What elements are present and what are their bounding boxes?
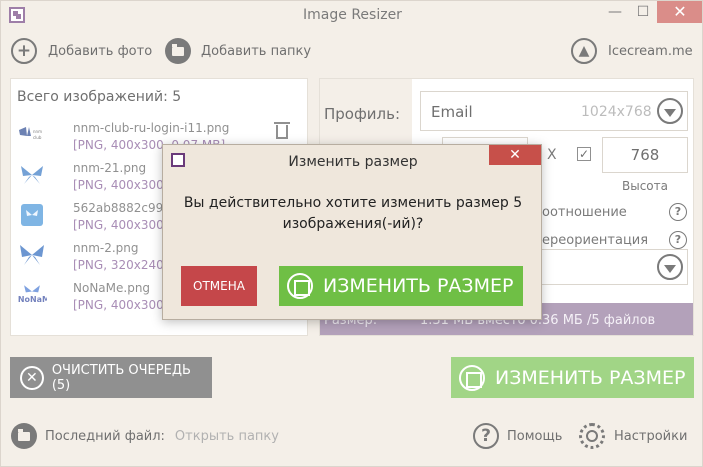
cancel-button[interactable]: ОТМЕНА <box>181 266 257 306</box>
confirm-resize-label: ИЗМЕНИТЬ РАЗМЕР <box>323 275 514 297</box>
dialog-message-line1: Вы действительно хотите изменить размер … <box>183 195 523 211</box>
resize-confirm-dialog: Изменить размер ✕ Вы действительно хотит… <box>162 144 542 320</box>
dialog-message: Вы действительно хотите изменить размер … <box>177 193 529 235</box>
dialog-title: Изменить размер <box>288 154 418 170</box>
dialog-message-line2: изображения(-ий)? <box>282 216 424 232</box>
resize-icon <box>287 273 313 299</box>
confirm-resize-button[interactable]: ИЗМЕНИТЬ РАЗМЕР <box>279 266 523 306</box>
dialog-close-button[interactable]: ✕ <box>489 145 541 165</box>
